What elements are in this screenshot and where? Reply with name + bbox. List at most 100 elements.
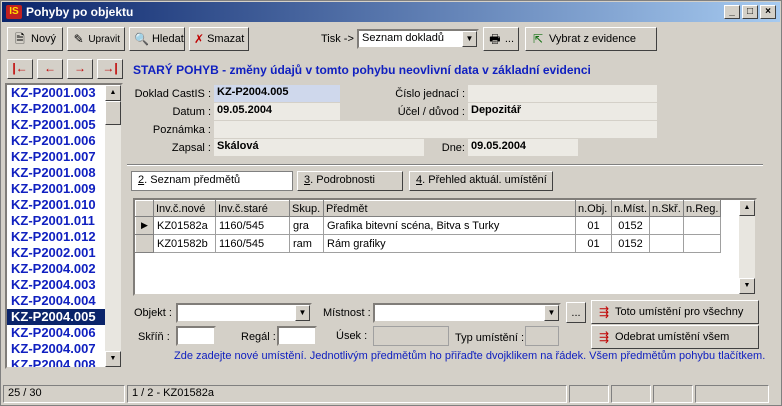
list-item[interactable]: KZ-P2001.010 — [7, 197, 121, 213]
list-item[interactable]: KZ-P2001.003 — [7, 85, 121, 101]
zapsal-field[interactable]: Skálová — [214, 139, 424, 156]
grid-column-header[interactable]: Předmět — [323, 200, 576, 217]
remove-all-icon: ⇶ — [598, 330, 610, 344]
row-indicator[interactable] — [135, 234, 154, 253]
edit-icon: ✎ — [73, 32, 84, 46]
list-item[interactable]: KZ-P2001.009 — [7, 181, 121, 197]
new-button-label: Nový — [31, 33, 57, 45]
list-item[interactable]: KZ-P2004.002 — [7, 261, 121, 277]
list-item[interactable]: KZ-P2001.004 — [7, 101, 121, 117]
status-pane-4 — [611, 385, 651, 403]
regal-input[interactable] — [277, 326, 317, 346]
choose-from-evidence-button[interactable]: ⇱ Vybrat z evidence — [525, 27, 657, 51]
list-item[interactable]: KZ-P2004.004 — [7, 293, 121, 309]
list-item[interactable]: KZ-P2004.003 — [7, 277, 121, 293]
grid-scrollbar[interactable]: ▲ ▼ — [739, 200, 755, 294]
cislo-jednaci-field[interactable] — [468, 85, 657, 102]
table-cell: 1160/545 — [215, 234, 290, 253]
grid-column-header[interactable]: n.Obj. — [575, 200, 612, 217]
remove-location-all-button[interactable]: ⇶ Odebrat umístění všem — [591, 325, 759, 349]
tab-podrobnosti[interactable]: 3. Podrobnosti — [297, 171, 403, 191]
find-button[interactable]: 🔍 Hledat — [129, 27, 185, 51]
skrin-label: Skříň : — [138, 331, 170, 343]
dne-label: Dne: — [441, 142, 465, 154]
poznamka-field[interactable] — [214, 121, 657, 138]
record-list-scrollbar[interactable]: ▲ ▼ — [105, 85, 121, 367]
table-cell: Grafika bitevní scéna, Bitva s Turky — [323, 216, 576, 235]
scroll-down-icon[interactable]: ▼ — [105, 351, 121, 367]
dne-field[interactable]: 09.05.2004 — [468, 139, 578, 156]
list-item[interactable]: KZ-P2001.007 — [7, 149, 121, 165]
scroll-thumb[interactable] — [105, 101, 121, 125]
first-record-button[interactable]: |← — [7, 59, 33, 79]
grid-column-header[interactable]: Inv.č.staré — [215, 200, 290, 217]
objekt-chevron-down-icon[interactable]: ▼ — [295, 305, 310, 321]
table-row[interactable]: ▶ KZ01582a 1160/545 gra Grafika bitevní scén… — [135, 216, 722, 235]
grid-column-header[interactable]: n.Reg. — [683, 200, 722, 217]
items-grid[interactable]: Inv.č.nové Inv.č.staré Skup. Předmět n.Obj. n… — [133, 198, 757, 296]
regal-label: Regál : — [241, 331, 276, 343]
tab-seznam-label: . Seznam předmětů — [144, 174, 241, 186]
next-record-button[interactable]: → — [67, 59, 93, 79]
row-indicator-header — [135, 200, 154, 217]
mistnost-browse-button[interactable]: ... — [566, 302, 586, 323]
table-row[interactable]: KZ01582b 1160/545 ram Rám grafiky 01 0152 — [135, 234, 722, 253]
last-record-button[interactable]: →| — [97, 59, 123, 79]
ucel-label: Účel / důvod : — [397, 106, 465, 118]
list-item[interactable]: KZ-P2004.006 — [7, 325, 121, 341]
scroll-up-icon[interactable]: ▲ — [105, 85, 121, 101]
list-item[interactable]: KZ-P2001.011 — [7, 213, 121, 229]
close-button[interactable]: × — [760, 5, 776, 19]
doklad-field[interactable]: KZ-P2004.005 — [214, 85, 340, 102]
list-item[interactable]: KZ-P2001.008 — [7, 165, 121, 181]
objekt-select[interactable]: ▼ — [176, 303, 312, 323]
list-item[interactable]: KZ-P2004.005 — [7, 309, 121, 325]
table-cell: Rám grafiky — [323, 234, 576, 253]
remove-location-all-label: Odebrat umístění všem — [615, 331, 730, 343]
table-cell — [683, 216, 722, 235]
new-button[interactable]: 🗎 Nový — [7, 27, 63, 51]
app-window: IS Pohyby po objektu _ □ × 🗎 Nový ✎ Upra… — [0, 0, 782, 406]
zapsal-label: Zapsal : — [171, 142, 211, 154]
mistnost-chevron-down-icon[interactable]: ▼ — [544, 305, 559, 321]
tab-prehled-umisteni[interactable]: 4. Přehled aktuál. umístění — [409, 171, 553, 191]
grid-scroll-down-icon[interactable]: ▼ — [739, 278, 755, 294]
print-label: Tisk -> — [321, 33, 354, 45]
table-cell: 0152 — [610, 234, 651, 253]
edit-button[interactable]: ✎ Upravit — [67, 27, 125, 51]
minimize-button[interactable]: _ — [724, 5, 740, 19]
mistnost-browse-label: ... — [571, 306, 581, 319]
maximize-button[interactable]: □ — [742, 5, 758, 19]
table-cell: ram — [289, 234, 324, 253]
skrin-input[interactable] — [176, 326, 216, 346]
list-item[interactable]: KZ-P2004.007 — [7, 341, 121, 357]
set-location-all-button[interactable]: ⇶ Toto umístění pro všechny — [591, 300, 759, 324]
list-item[interactable]: KZ-P2002.001 — [7, 245, 121, 261]
grid-column-header[interactable]: n.Míst. — [610, 200, 651, 217]
list-item[interactable]: KZ-P2004.008 — [7, 357, 121, 367]
delete-button[interactable]: ✗ Smazat — [189, 27, 249, 51]
record-list[interactable]: KZ-P2001.003 KZ-P2001.004 KZ-P2001.005 KZ-P… — [5, 83, 123, 369]
list-item[interactable]: KZ-P2001.012 — [7, 229, 121, 245]
status-pane-3 — [569, 385, 609, 403]
print-button[interactable]: 🖶 ... — [483, 27, 519, 51]
current-row-indicator-icon[interactable]: ▶ — [135, 216, 154, 235]
ucel-field[interactable]: Depozitář — [468, 103, 657, 120]
list-item[interactable]: KZ-P2001.005 — [7, 117, 121, 133]
datum-field[interactable]: 09.05.2004 — [214, 103, 340, 120]
grid-column-header[interactable]: n.Skř. — [649, 200, 685, 217]
mistnost-select[interactable]: ▼ — [373, 303, 561, 323]
grid-column-header[interactable]: Inv.č.nové — [153, 200, 216, 217]
chevron-down-icon[interactable]: ▼ — [462, 31, 477, 47]
previous-record-button[interactable]: ← — [37, 59, 63, 79]
find-button-label: Hledat — [151, 33, 184, 45]
table-cell: 0152 — [610, 216, 651, 235]
status-pane-5 — [653, 385, 693, 403]
grid-scroll-up-icon[interactable]: ▲ — [739, 200, 755, 216]
tab-seznam-predmetu[interactable]: 2. Seznam předmětů — [131, 171, 293, 191]
print-report-select[interactable]: Seznam dokladů ▼ — [357, 29, 479, 49]
list-item[interactable]: KZ-P2001.006 — [7, 133, 121, 149]
grid-column-header[interactable]: Skup. — [289, 200, 324, 217]
printer-icon: 🖶 — [489, 32, 501, 46]
table-cell: gra — [289, 216, 324, 235]
